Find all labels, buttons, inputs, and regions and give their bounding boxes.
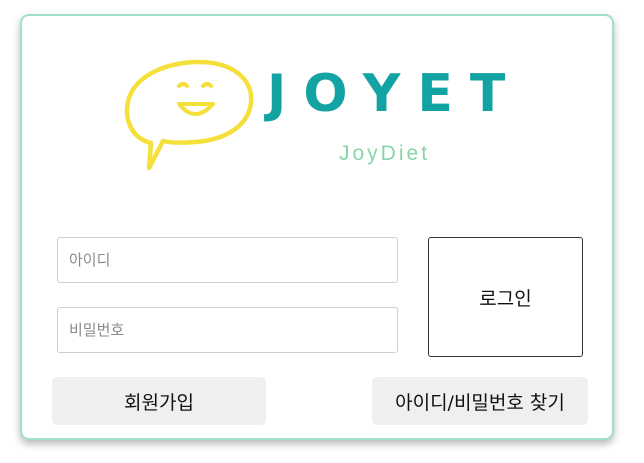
joyet-logo: JOYET JoyDiet	[121, 56, 521, 176]
smiley-speech-bubble-icon	[124, 59, 254, 171]
login-button[interactable]: 로그인	[428, 237, 583, 357]
find-id-password-button[interactable]: 아이디/비밀번호 찾기	[372, 377, 588, 425]
logo-tagline: JoyDiet	[339, 142, 431, 165]
signup-button[interactable]: 회원가입	[52, 377, 266, 425]
login-card: JOYET JoyDiet 로그인 회원가입 아이디/비밀번호 찾기	[20, 14, 614, 440]
id-input[interactable]	[57, 237, 398, 283]
logo-wordmark: JOYET	[267, 64, 523, 124]
password-input[interactable]	[57, 307, 398, 353]
